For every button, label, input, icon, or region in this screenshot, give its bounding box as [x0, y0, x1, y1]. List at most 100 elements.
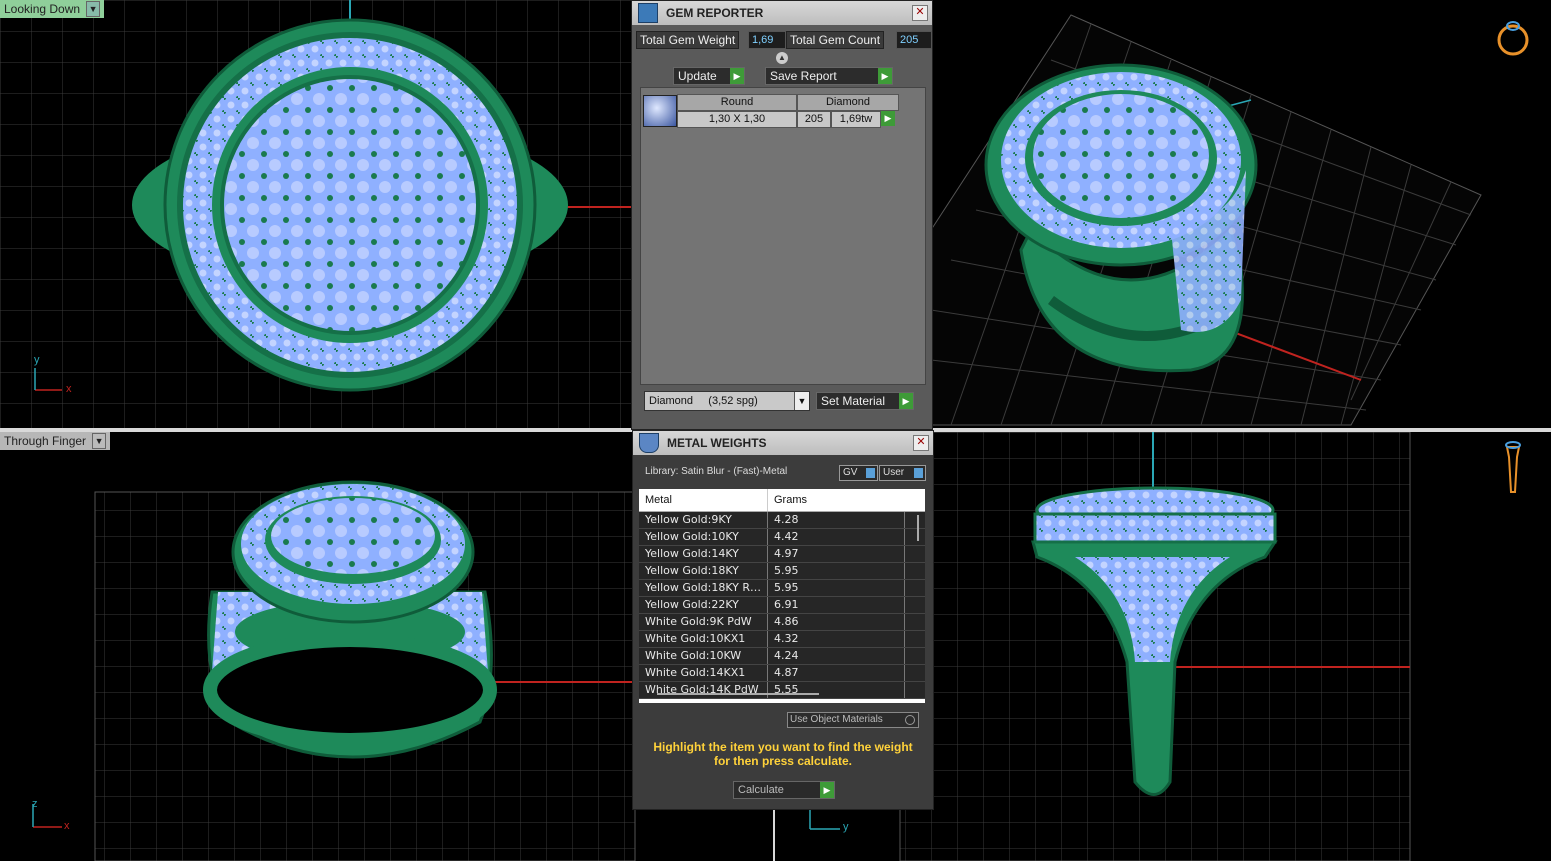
- play-arrow-icon[interactable]: ▶: [881, 111, 895, 126]
- metal-weights-titlebar[interactable]: METAL WEIGHTS ✕: [633, 431, 933, 455]
- use-object-materials-label: Use Object Materials: [790, 714, 883, 725]
- axis-y-label: y: [34, 354, 40, 366]
- ring-front-view: [203, 480, 497, 759]
- table-row[interactable]: White Gold:14KX1 4.87: [639, 665, 925, 682]
- table-row[interactable]: White Gold:14K PdW 5.55: [639, 682, 925, 699]
- axis-z-label: z: [32, 798, 38, 810]
- table-header: Metal Grams: [639, 489, 925, 512]
- grams-cell: 5.55: [768, 682, 905, 698]
- metal-name-cell: Yellow Gold:22KY: [639, 597, 768, 613]
- metal-name-cell: White Gold:10KW: [639, 648, 768, 664]
- metal-weights-table[interactable]: Metal Grams Yellow Gold:9KY 4.28 Yellow Go…: [639, 489, 925, 703]
- gem-reporter-panel[interactable]: GEM REPORTER ✕ Total Gem Weight 1,69 Tot…: [631, 0, 933, 430]
- axis-x-label: x: [66, 383, 72, 395]
- total-gem-count-label: Total Gem Count: [786, 31, 885, 49]
- metal-name-cell: White Gold:14K PdW: [639, 682, 768, 698]
- total-gem-count-value: 205: [896, 31, 932, 49]
- metal-rows: Yellow Gold:9KY 4.28 Yellow Gold:10KY 4.42 Y…: [639, 512, 925, 699]
- scrollbar-horizontal[interactable]: [657, 693, 819, 695]
- table-row[interactable]: Yellow Gold:22KY 6.91: [639, 597, 925, 614]
- metal-weights-panel[interactable]: METAL WEIGHTS ✕ Library: Satin Blur - (F…: [632, 430, 934, 810]
- view-label-text: Looking Down: [4, 2, 81, 16]
- grams-cell: 5.95: [768, 563, 905, 579]
- metal-name-cell: Yellow Gold:18KY R…: [639, 580, 768, 596]
- radio-icon: [905, 715, 915, 725]
- set-material-button-label: Set Material: [821, 394, 886, 408]
- hint-line-2: for then press calculate.: [713, 754, 853, 768]
- grams-cell: 4.32: [768, 631, 905, 647]
- library-label: Library: Satin Blur - (Fast)-Metal: [645, 466, 788, 477]
- play-arrow-icon: ▶: [820, 782, 834, 798]
- save-report-button[interactable]: Save Report ▶: [765, 67, 893, 85]
- close-icon[interactable]: ✕: [913, 435, 929, 451]
- gem-list[interactable]: Round Diamond 1,30 X 1,30 205 1,69tw ▶: [640, 87, 926, 385]
- gem-count-cell: 205: [797, 111, 831, 128]
- user-toggle[interactable]: User: [879, 465, 926, 481]
- calculate-button[interactable]: Calculate ▶: [733, 781, 835, 799]
- table-row[interactable]: Yellow Gold:18KY R… 5.95: [639, 580, 925, 597]
- toggle-indicator-icon: [914, 468, 923, 478]
- table-row[interactable]: White Gold:10KX1 4.32: [639, 631, 925, 648]
- material-select-value: Diamond (3,52 spg): [649, 395, 758, 407]
- metal-name-cell: Yellow Gold:9KY: [639, 512, 768, 528]
- table-row[interactable]: White Gold:10KW 4.24: [639, 648, 925, 665]
- play-arrow-icon: ▶: [878, 68, 892, 84]
- flask-icon: [639, 433, 659, 453]
- grams-cell: 4.42: [768, 529, 905, 545]
- gem-reporter-icon: [638, 3, 658, 23]
- gv-label: GV: [843, 467, 858, 478]
- grams-cell: 4.24: [768, 648, 905, 664]
- gem-size-cell: 1,30 X 1,30: [677, 111, 797, 128]
- chevron-down-icon[interactable]: ▼: [86, 1, 101, 17]
- update-button-label: Update: [678, 69, 717, 83]
- toggle-indicator-icon: [866, 468, 875, 478]
- collapse-toggle-icon[interactable]: ▲: [776, 52, 788, 64]
- gem-reporter-title: GEM REPORTER: [666, 6, 764, 20]
- table-row[interactable]: Yellow Gold:18KY 5.95: [639, 563, 925, 580]
- gem-material-header: Diamond: [797, 94, 899, 111]
- view-label-looking-down[interactable]: Looking Down ▼: [0, 0, 105, 18]
- round-gem-thumbnail-icon: [643, 95, 677, 127]
- metal-name-cell: White Gold:10KX1: [639, 631, 768, 647]
- calculate-button-label: Calculate: [738, 784, 784, 796]
- table-row[interactable]: Yellow Gold:14KY 4.97: [639, 546, 925, 563]
- gem-weight-cell: 1,69tw: [831, 111, 881, 128]
- total-gem-weight-value: 1,69: [748, 31, 786, 49]
- grid-top-left: [0, 0, 631, 428]
- metal-column-header[interactable]: Metal: [639, 489, 768, 511]
- view-label-text: Through Finger: [4, 434, 87, 448]
- gv-toggle[interactable]: GV: [839, 465, 878, 481]
- update-button[interactable]: Update ▶: [673, 67, 745, 85]
- gem-shape-header: Round: [677, 94, 797, 111]
- metal-name-cell: Yellow Gold:10KY: [639, 529, 768, 545]
- close-icon[interactable]: ✕: [912, 5, 928, 21]
- grams-cell: 4.87: [768, 665, 905, 681]
- table-row[interactable]: Yellow Gold:9KY 4.28: [639, 512, 925, 529]
- metal-name-cell: Yellow Gold:14KY: [639, 546, 768, 562]
- view-label-through-finger[interactable]: Through Finger ▼: [0, 432, 111, 450]
- hint-line-1: Highlight the item you want to find the …: [653, 740, 913, 754]
- viewport-top-left[interactable]: Looking Down ▼ y x: [0, 0, 631, 428]
- use-object-materials-checkbox[interactable]: Use Object Materials: [787, 712, 919, 728]
- axis-y-label: y: [843, 821, 849, 833]
- viewport-top-right[interactable]: [931, 0, 1551, 428]
- axis-x-label: x: [64, 820, 70, 832]
- grid-top-right: [931, 14, 1529, 426]
- save-report-button-label: Save Report: [770, 69, 837, 83]
- grams-cell: 4.86: [768, 614, 905, 630]
- metal-name-cell: Yellow Gold:18KY: [639, 563, 768, 579]
- table-row[interactable]: Yellow Gold:10KY 4.42: [639, 529, 925, 546]
- play-arrow-icon: ▶: [730, 68, 744, 84]
- chevron-down-icon: ▼: [794, 392, 809, 410]
- grams-column-header[interactable]: Grams: [768, 489, 904, 511]
- grams-cell: 5.95: [768, 580, 905, 596]
- chevron-down-icon[interactable]: ▼: [92, 433, 107, 449]
- scrollbar-vertical[interactable]: [917, 515, 919, 541]
- grams-cell: 6.91: [768, 597, 905, 613]
- set-material-button[interactable]: Set Material ▶: [816, 392, 914, 410]
- ring-orientation-icon: [1505, 441, 1521, 493]
- table-row[interactable]: White Gold:9K PdW 4.86: [639, 614, 925, 631]
- gem-reporter-titlebar[interactable]: GEM REPORTER ✕: [632, 1, 932, 25]
- grams-cell: 4.28: [768, 512, 905, 528]
- material-select[interactable]: Diamond (3,52 spg) ▼: [644, 391, 810, 411]
